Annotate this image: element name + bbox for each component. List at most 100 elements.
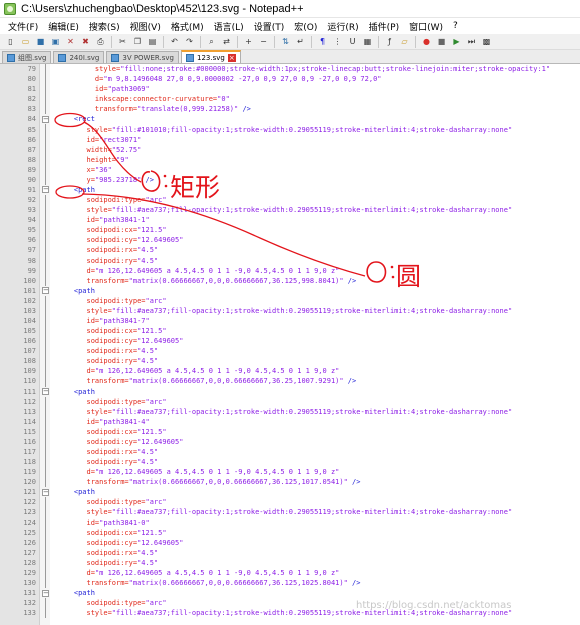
code-line[interactable]: 120 transform="matrix(0.66666667,0,0,0.6… — [0, 477, 580, 487]
code-line[interactable]: 97 sodipodi:rx="4.5" — [0, 245, 580, 255]
code-line[interactable]: 109 d="m 126,12.649605 a 4.5,4.5 0 1 1 -… — [0, 366, 580, 376]
code-line[interactable]: 115 sodipodi:cx="121.5" — [0, 427, 580, 437]
code-line[interactable]: 108 sodipodi:ry="4.5" — [0, 356, 580, 366]
record-macro-icon[interactable]: ● — [420, 35, 433, 48]
code-line[interactable]: 92 sodipodi:type="arc" — [0, 195, 580, 205]
paste-icon[interactable]: ▤ — [146, 35, 159, 48]
save-icon[interactable]: ■ — [34, 35, 47, 48]
zoom-in-icon[interactable]: + — [242, 35, 255, 48]
run-macro-icon[interactable]: ⏭ — [465, 35, 478, 48]
code-line[interactable]: 103 style="fill:#aea737;fill-opacity:1;s… — [0, 306, 580, 316]
editor[interactable]: − − − − − − 79 style="fill:none;stroke:#00000… — [0, 64, 580, 625]
code-line[interactable]: 119 d="m 126,12.649605 a 4.5,4.5 0 1 1 -… — [0, 467, 580, 477]
replace-icon[interactable]: ⇄ — [220, 35, 233, 48]
code-line[interactable]: 80 d="m 9,8.1496048 27,0 0,9.0000002 -27… — [0, 74, 580, 84]
code-line[interactable]: 113 style="fill:#aea737;fill-opacity:1;s… — [0, 407, 580, 417]
code-line[interactable]: 131 <path — [0, 588, 580, 598]
code-line[interactable]: 98 sodipodi:ry="4.5" — [0, 255, 580, 265]
save-all-icon[interactable]: ▣ — [49, 35, 62, 48]
zoom-out-icon[interactable]: − — [257, 35, 270, 48]
code-line[interactable]: 87 width="52.75" — [0, 145, 580, 155]
print-icon[interactable]: ⎙ — [94, 35, 107, 48]
stop-macro-icon[interactable]: ■ — [435, 35, 448, 48]
close-icon[interactable]: ✕ — [64, 35, 77, 48]
code-line[interactable]: 116 sodipodi:cy="12.649605" — [0, 437, 580, 447]
tab-active[interactable]: 123.svg × — [180, 50, 241, 63]
code-line[interactable]: 126 sodipodi:cy="12.649605" — [0, 538, 580, 548]
code-line[interactable]: 128 sodipodi:ry="4.5" — [0, 558, 580, 568]
code-line[interactable]: 90 y="985.23718" /> — [0, 175, 580, 185]
menu-item[interactable]: 语言(L) — [209, 20, 249, 33]
tab-document[interactable]: 组图.svg — [2, 51, 52, 63]
code-line[interactable]: 110 transform="matrix(0.66666667,0,0,0.6… — [0, 376, 580, 386]
code-line[interactable]: 89 x="36" — [0, 165, 580, 175]
code-line[interactable]: 86 id="rect3071" — [0, 135, 580, 145]
menu-item[interactable]: 编辑(E) — [43, 20, 84, 33]
folder-as-workspace-icon[interactable]: ▱ — [398, 35, 411, 48]
code-line[interactable]: 111 <path — [0, 387, 580, 397]
close-tab-icon[interactable]: × — [227, 53, 236, 62]
user-language-icon[interactable]: U — [346, 35, 359, 48]
code-line[interactable]: 84 <rect — [0, 114, 580, 124]
save-macro-icon[interactable]: ▩ — [480, 35, 493, 48]
redo-icon[interactable]: ↷ — [183, 35, 196, 48]
indent-guide-icon[interactable]: ⋮ — [331, 35, 344, 48]
tab-document[interactable]: 3V POWER.svg — [106, 51, 179, 63]
code-line[interactable]: 100 transform="matrix(0.66666667,0,0,0.6… — [0, 276, 580, 286]
code-line[interactable]: 83 transform="translate(0,999.21258)" /> — [0, 104, 580, 114]
code-line[interactable]: 122 sodipodi:type="arc" — [0, 497, 580, 507]
show-all-chars-icon[interactable]: ¶ — [316, 35, 329, 48]
code-line[interactable]: 107 sodipodi:rx="4.5" — [0, 346, 580, 356]
code-line[interactable]: 121 <path — [0, 487, 580, 497]
undo-icon[interactable]: ↶ — [168, 35, 181, 48]
code-line[interactable]: 94 id="path3841-1" — [0, 215, 580, 225]
code-line[interactable]: 91 <path — [0, 185, 580, 195]
code-line[interactable]: 102 sodipodi:type="arc" — [0, 296, 580, 306]
code-line[interactable]: 93 style="fill:#aea737;fill-opacity:1;st… — [0, 205, 580, 215]
code-line[interactable]: 85 style="fill:#101010;fill-opacity:1;st… — [0, 124, 580, 134]
menu-item[interactable]: 宏(O) — [289, 20, 322, 33]
code-line[interactable]: 96 sodipodi:cy="12.649605" — [0, 235, 580, 245]
code-line[interactable]: 105 sodipodi:cx="121.5" — [0, 326, 580, 336]
open-file-icon[interactable]: ▭ — [19, 35, 32, 48]
code-line[interactable]: 118 sodipodi:ry="4.5" — [0, 457, 580, 467]
code-line[interactable]: 123 style="fill:#aea737;fill-opacity:1;s… — [0, 507, 580, 517]
code-line[interactable]: 101 <path — [0, 286, 580, 296]
menu-item[interactable]: 窗口(W) — [404, 20, 448, 33]
doc-map-icon[interactable]: ▦ — [361, 35, 374, 48]
menu-item[interactable]: ? — [448, 21, 463, 31]
code-line[interactable]: 124 id="path3841-0" — [0, 518, 580, 528]
menu-item[interactable]: 设置(T) — [249, 20, 290, 33]
code-line[interactable]: 82 inkscape:connector-curvature="0" — [0, 94, 580, 104]
word-wrap-icon[interactable]: ↵ — [294, 35, 307, 48]
code-line[interactable]: 114 id="path3841-4" — [0, 417, 580, 427]
function-list-icon[interactable]: ƒ — [383, 35, 396, 48]
play-macro-icon[interactable]: ▶ — [450, 35, 463, 48]
tab-document[interactable]: 240I.svg — [53, 51, 105, 63]
find-icon[interactable]: ⌕ — [205, 35, 218, 48]
code-line[interactable]: 127 sodipodi:rx="4.5" — [0, 548, 580, 558]
close-all-icon[interactable]: ✖ — [79, 35, 92, 48]
menu-item[interactable]: 视图(V) — [125, 20, 166, 33]
code-line[interactable]: 88 height="9" — [0, 155, 580, 165]
code-line[interactable]: 117 sodipodi:rx="4.5" — [0, 447, 580, 457]
code-line[interactable]: 95 sodipodi:cx="121.5" — [0, 225, 580, 235]
code-line[interactable]: 79 style="fill:none;stroke:#000000;strok… — [0, 64, 580, 74]
menu-item[interactable]: 运行(R) — [322, 20, 363, 33]
new-file-icon[interactable]: ▯ — [4, 35, 17, 48]
code-line[interactable]: 99 d="m 126,12.649605 a 4.5,4.5 0 1 1 -9… — [0, 266, 580, 276]
code-line[interactable]: 130 transform="matrix(0.66666667,0,0,0.6… — [0, 578, 580, 588]
code-line[interactable]: 112 sodipodi:type="arc" — [0, 397, 580, 407]
menu-item[interactable]: 插件(P) — [364, 20, 404, 33]
code-area[interactable]: 79 style="fill:none;stroke:#000000;strok… — [0, 64, 580, 618]
code-line[interactable]: 129 d="m 126,12.649605 a 4.5,4.5 0 1 1 -… — [0, 568, 580, 578]
menu-item[interactable]: 文件(F) — [3, 20, 43, 33]
copy-icon[interactable]: ❐ — [131, 35, 144, 48]
menu-item[interactable]: 搜索(S) — [84, 20, 125, 33]
sync-scroll-icon[interactable]: ⇅ — [279, 35, 292, 48]
menu-item[interactable]: 格式(M) — [166, 20, 209, 33]
code-line[interactable]: 106 sodipodi:cy="12.649605" — [0, 336, 580, 346]
code-line[interactable]: 125 sodipodi:cx="121.5" — [0, 528, 580, 538]
code-line[interactable]: 81 id="path3069" — [0, 84, 580, 94]
cut-icon[interactable]: ✂ — [116, 35, 129, 48]
